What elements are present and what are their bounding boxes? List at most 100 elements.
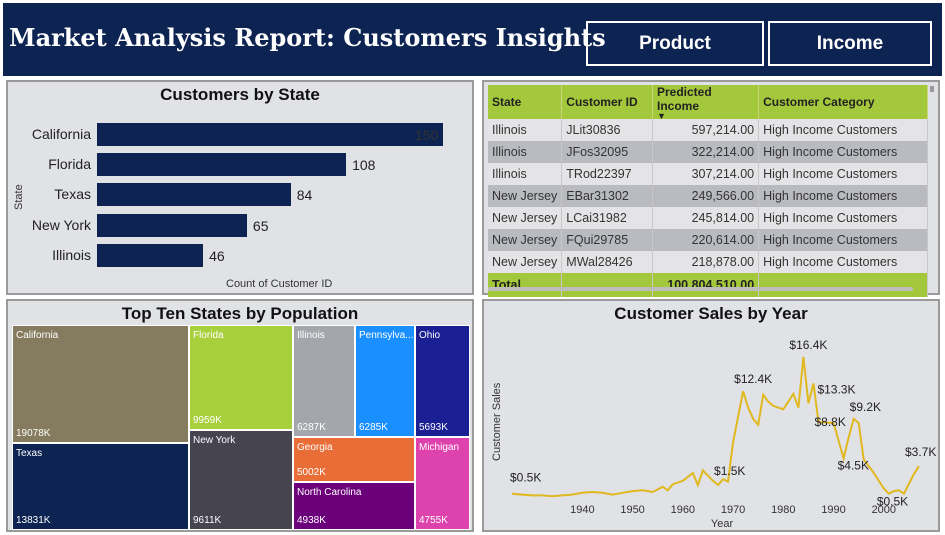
x-tick-label: 1940: [570, 504, 594, 516]
table-header-row: State Customer ID Predicted Income ▼ Cus…: [488, 85, 928, 121]
treemap-tile-name: Ohio: [419, 330, 441, 341]
treemap-tile-value: 6285K: [359, 422, 388, 433]
treemap-tile-value: 6287K: [297, 422, 326, 433]
treemap-tile-value: 5002K: [297, 467, 326, 478]
treemap-tile[interactable]: Texas 13831K: [12, 443, 189, 530]
table-row[interactable]: New Jersey FQui29785 220,614.00 High Income…: [488, 229, 928, 251]
bar[interactable]: [97, 123, 443, 146]
cell-customer-id: JFos32095: [561, 141, 653, 163]
line-x-axis-title: Year: [711, 518, 734, 530]
cell-predicted-income: 249,566.00: [652, 185, 760, 207]
treemap-tile-name: Michigan: [419, 442, 460, 453]
column-header-customer-category[interactable]: Customer Category: [758, 85, 928, 119]
bar-category-label: New York: [31, 216, 91, 233]
product-button[interactable]: Product: [586, 21, 764, 66]
column-header-customer-id[interactable]: Customer ID: [561, 85, 653, 119]
treemap-tile[interactable]: Ohio 5693K: [415, 325, 470, 437]
cell-customer-id: FQui29785: [561, 229, 653, 251]
treemap-tile-name: Texas: [16, 448, 43, 459]
cell-customer-category: High Income Customers: [758, 185, 928, 207]
treemap-tile[interactable]: Florida 9959K: [189, 325, 293, 430]
bar-value-label: 46: [209, 247, 225, 264]
treemap-tile-name: Georgia: [297, 442, 333, 453]
column-header-predicted-income[interactable]: Predicted Income ▼: [652, 85, 760, 121]
cell-state: Illinois: [488, 119, 563, 141]
table-row[interactable]: New Jersey MWal28426 218,878.00 High Income…: [488, 251, 928, 273]
data-label: $3.7K: [905, 445, 936, 459]
bar[interactable]: [97, 153, 347, 177]
data-label: $4.5K: [838, 458, 869, 472]
treemap-area: California 19078K Texas 13831K Florida 9959K N…: [12, 325, 470, 530]
line-y-axis-title: Customer Sales: [491, 382, 503, 461]
bar[interactable]: [97, 213, 247, 237]
cell-customer-category: High Income Customers: [758, 229, 928, 251]
treemap-tile-name: California: [16, 330, 59, 341]
table-total-row: Total 100,804,510.00: [488, 273, 928, 297]
table-row[interactable]: New Jersey LCai31982 245,814.00 High Income…: [488, 207, 928, 229]
treemap-tile-name: Illinois: [297, 330, 325, 341]
cell-predicted-income: 597,214.00: [652, 119, 760, 141]
treemap-tile-name: North Carolina: [297, 487, 362, 498]
data-label: $13.3K: [817, 382, 855, 396]
cell-predicted-income: 245,814.00: [652, 207, 760, 229]
treemap-tile[interactable]: Illinois 6287K: [293, 325, 355, 437]
cell-customer-id: MWal28426: [561, 251, 653, 273]
treemap-tile[interactable]: Pennsylva... 6285K: [355, 325, 415, 437]
bar-category-label: Illinois: [52, 246, 91, 263]
treemap-tile-value: 5693K: [419, 422, 448, 433]
cell-state: Illinois: [488, 141, 563, 163]
cell-state: New Jersey: [488, 251, 563, 273]
cell-state: Illinois: [488, 163, 563, 185]
bar-category-label: Florida: [48, 156, 91, 173]
cell-state: New Jersey: [488, 207, 563, 229]
treemap-tile[interactable]: Michigan 4755K: [415, 437, 470, 530]
treemap-tile-value: 9959K: [193, 415, 222, 426]
cell-customer-category: High Income Customers: [758, 141, 928, 163]
treemap-tile[interactable]: Georgia 5002K: [293, 437, 415, 482]
table-row[interactable]: Illinois JFos32095 322,214.00 High Income C…: [488, 141, 928, 163]
column-header-state[interactable]: State: [488, 85, 563, 119]
data-label: $12.4K: [734, 372, 772, 386]
table-row[interactable]: New Jersey EBar31302 249,566.00 High Income…: [488, 185, 928, 207]
treemap-tile-value: 13831K: [16, 515, 51, 526]
cell-customer-id: EBar31302: [561, 185, 653, 207]
bar[interactable]: [97, 243, 204, 267]
bar[interactable]: [97, 183, 291, 207]
table-vertical-scrollbar[interactable]: [930, 86, 934, 92]
treemap-tile[interactable]: New York 9611K: [189, 430, 293, 530]
income-button[interactable]: Income: [768, 21, 932, 66]
x-tick-label: 1970: [721, 504, 745, 516]
cell-state: New Jersey: [488, 185, 563, 207]
cell-predicted-income: 322,214.00: [652, 141, 760, 163]
total-label: Total: [488, 273, 563, 297]
top-ten-states-panel: Top Ten States by Population California 1…: [6, 299, 474, 532]
table-row[interactable]: Illinois JLit30836 597,214.00 High Income C…: [488, 119, 928, 141]
treemap-tile-value: 9611K: [193, 515, 222, 526]
treemap-tile[interactable]: California 19078K: [12, 325, 189, 443]
cell-customer-category: High Income Customers: [758, 119, 928, 141]
report-header: Market Analysis Report: Customers Insigh…: [3, 3, 942, 76]
data-label: $1.5K: [714, 464, 745, 478]
cell-state: New Jersey: [488, 229, 563, 251]
treemap-tile-value: 4755K: [419, 515, 448, 526]
cell-customer-category: High Income Customers: [758, 163, 928, 185]
x-tick-label: 1990: [821, 504, 845, 516]
treemap-tile-name: New York: [193, 435, 236, 446]
customer-sales-line-chart: 1940 1950 1960 1970 1980 1990 2000$0.5K $1.5K$1…: [491, 338, 936, 530]
customers-by-state-panel: Customers by State California 150 Florida 1…: [6, 80, 474, 295]
predicted-income-header-label: Predicted Income: [657, 85, 712, 113]
cell-predicted-income: 218,878.00: [652, 251, 760, 273]
table-horizontal-scrollbar[interactable]: [488, 287, 913, 291]
total-value: 100,804,510.00: [652, 273, 760, 297]
treemap-tile[interactable]: North Carolina 4938K: [293, 482, 415, 530]
treemap-tile-value: 19078K: [16, 428, 51, 439]
cell-customer-id: LCai31982: [561, 207, 653, 229]
data-label: $0.5K: [510, 471, 541, 485]
bar-value-label: 65: [252, 217, 269, 234]
table-row[interactable]: Illinois TRod22397 307,214.00 High Income C…: [488, 163, 928, 185]
cell-predicted-income: 307,214.00: [652, 163, 760, 185]
top-ten-states-title: Top Ten States by Population: [121, 304, 359, 323]
cell-customer-category: High Income Customers: [758, 207, 928, 229]
treemap-tile-value: 4938K: [297, 515, 326, 526]
data-label: $0.5K: [877, 495, 908, 509]
